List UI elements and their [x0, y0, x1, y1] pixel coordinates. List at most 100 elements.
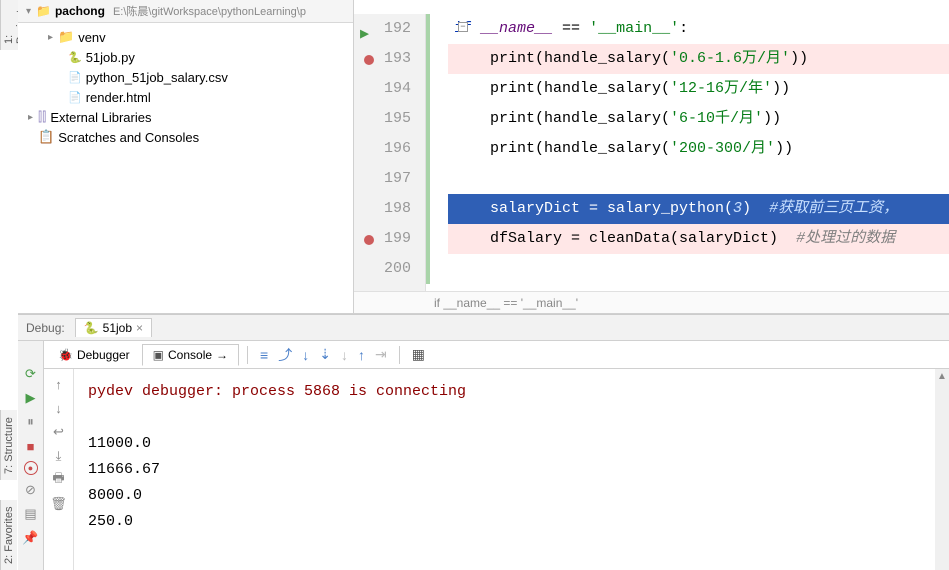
- project-tree: ▸ 📁 venv 🐍 51job.py 📄 python_51job_salar…: [18, 23, 353, 151]
- python-file-icon: 🐍: [68, 51, 82, 64]
- chevron-right-icon[interactable]: ▸: [48, 32, 58, 43]
- down-stack-button[interactable]: ↓: [50, 399, 68, 417]
- favorites-tool-tab[interactable]: 2: Favorites: [0, 500, 17, 570]
- tree-item-label: venv: [78, 30, 105, 45]
- rerun-button[interactable]: ⟳: [22, 365, 40, 383]
- debug-run-config-name: 51job: [103, 321, 132, 335]
- code-line[interactable]: [448, 254, 949, 284]
- separator: [247, 346, 248, 364]
- tree-item-venv[interactable]: ▸ 📁 venv: [18, 27, 353, 47]
- bug-icon: 🐞: [58, 348, 73, 362]
- debug-sub-tabs: 🐞 Debugger ▣ Console → ≡ ⤴ ↓ ⇣ ↓ ↑ ⇥ ▦: [44, 341, 949, 369]
- tree-item-51job-py[interactable]: 🐍 51job.py: [18, 47, 353, 67]
- console-line: 8000.0: [88, 483, 921, 509]
- code-line[interactable]: dfSalary = cleanData(salaryDict) #处理过的数据: [448, 224, 949, 254]
- pause-button[interactable]: ⏸: [22, 413, 40, 431]
- code-lines[interactable]: if __name__ == '__main__':− print(handle…: [426, 14, 949, 291]
- project-root-name[interactable]: pachong: [55, 4, 105, 18]
- code-line[interactable]: [448, 164, 949, 194]
- evaluate-expression-button[interactable]: ▦: [408, 346, 429, 363]
- debugger-tab[interactable]: 🐞 Debugger: [48, 345, 140, 365]
- tree-item-render-html[interactable]: 📄 render.html: [18, 87, 353, 107]
- code-line[interactable]: if __name__ == '__main__':−: [448, 14, 949, 44]
- library-icon: ⫿⫿: [38, 109, 46, 125]
- console-line: [88, 405, 921, 431]
- console-scrollbar[interactable]: ▲: [935, 369, 949, 570]
- console-tab-label: Console: [168, 348, 212, 362]
- run-to-cursor-button[interactable]: ⇥: [371, 346, 391, 363]
- line-number[interactable]: 194: [354, 74, 425, 104]
- fold-icon[interactable]: −: [458, 22, 468, 32]
- tree-item-label: 51job.py: [86, 50, 135, 65]
- line-number[interactable]: 197: [354, 164, 425, 194]
- separator: [399, 346, 400, 364]
- debug-panel: Debug: 🐍 51job × ⟳ ▶ ⏸ ■ ● ⊘ ▤ 📌 🐞 Debug…: [18, 314, 949, 570]
- debug-run-config-tab[interactable]: 🐍 51job ×: [75, 318, 152, 337]
- python-icon: 🐍: [84, 321, 99, 335]
- line-number[interactable]: 195: [354, 104, 425, 134]
- tree-item-label: render.html: [86, 90, 151, 105]
- console-line: pydev debugger: process 5868 is connecti…: [88, 379, 921, 405]
- code-line[interactable]: print(handle_salary('0.6-1.6万/月')): [448, 44, 949, 74]
- up-stack-button[interactable]: ↑: [50, 375, 68, 393]
- scratches-icon: 📋: [38, 129, 54, 145]
- tree-item-label: python_51job_salary.csv: [86, 70, 228, 85]
- code-editor[interactable]: 192▶193194195196197198199200 if __name__…: [354, 14, 949, 291]
- close-icon[interactable]: ×: [136, 321, 143, 335]
- console-output[interactable]: pydev debugger: process 5868 is connecti…: [74, 369, 935, 570]
- step-into-my-code-button[interactable]: ⇣: [315, 346, 335, 363]
- debug-left-toolbar: ⟳ ▶ ⏸ ■ ● ⊘ ▤ 📌: [18, 341, 44, 570]
- project-header: ▾ 📁 pachong E:\陈晨\gitWorkspace\pythonLea…: [18, 0, 353, 23]
- chevron-right-icon[interactable]: ▸: [28, 112, 38, 123]
- print-button[interactable]: 🖶: [50, 471, 68, 489]
- settings-button[interactable]: ▤: [22, 505, 40, 523]
- line-number[interactable]: 199: [354, 224, 425, 254]
- line-number[interactable]: 193: [354, 44, 425, 74]
- console-tab[interactable]: ▣ Console →: [142, 344, 239, 366]
- line-number[interactable]: 198: [354, 194, 425, 224]
- console-toolbar: ↑ ↓ ↩ ⤓ 🖶 🗑: [44, 369, 74, 570]
- step-into-button[interactable]: ↓: [298, 347, 313, 363]
- breakpoint-icon[interactable]: [364, 235, 374, 245]
- view-breakpoints-button[interactable]: ●: [24, 461, 38, 475]
- line-gutter[interactable]: 192▶193194195196197198199200: [354, 14, 426, 291]
- tree-item-label: Scratches and Consoles: [58, 130, 199, 145]
- scroll-up-icon[interactable]: ▲: [935, 369, 949, 384]
- console-line: 11000.0: [88, 431, 921, 457]
- stop-button[interactable]: ■: [22, 437, 40, 455]
- line-number[interactable]: 196: [354, 134, 425, 164]
- resume-button[interactable]: ▶: [22, 389, 40, 407]
- console-arrow-icon: →: [216, 348, 228, 362]
- code-line[interactable]: print(handle_salary('200-300/月')): [448, 134, 949, 164]
- line-number[interactable]: 200: [354, 254, 425, 284]
- show-execution-point-button[interactable]: ≡: [256, 347, 272, 363]
- force-step-into-button[interactable]: ↓: [337, 347, 352, 363]
- console-line: 11666.67: [88, 457, 921, 483]
- editor-area: 192▶193194195196197198199200 if __name__…: [354, 0, 949, 313]
- breakpoint-icon[interactable]: [364, 55, 374, 65]
- structure-tool-tab[interactable]: 7: Structure: [0, 410, 17, 480]
- chevron-down-icon[interactable]: ▾: [26, 6, 36, 17]
- debug-panel-label: Debug:: [26, 321, 65, 335]
- clear-all-button[interactable]: 🗑: [50, 495, 68, 513]
- code-line[interactable]: print(handle_salary('6-10千/月')): [448, 104, 949, 134]
- tree-item-scratches[interactable]: 📋 Scratches and Consoles: [18, 127, 353, 147]
- folder-icon: 📁: [36, 4, 51, 18]
- step-out-button[interactable]: ↑: [354, 347, 369, 363]
- debugger-tab-label: Debugger: [77, 348, 130, 362]
- tree-item-external-libs[interactable]: ▸ ⫿⫿ External Libraries: [18, 107, 353, 127]
- step-over-button[interactable]: ⤴: [274, 345, 296, 365]
- mute-breakpoints-button[interactable]: ⊘: [22, 481, 40, 499]
- editor-breadcrumb[interactable]: if __name__ == '__main__': [354, 291, 949, 313]
- scroll-to-end-button[interactable]: ⤓: [50, 447, 68, 465]
- code-line[interactable]: print(handle_salary('12-16万/年')): [448, 74, 949, 104]
- soft-wrap-button[interactable]: ↩: [50, 423, 68, 441]
- vcs-change-marker: [426, 14, 430, 284]
- console-icon: ▣: [153, 348, 164, 362]
- console-line: 250.0: [88, 509, 921, 535]
- code-line[interactable]: salaryDict = salary_python(3) #获取前三页工资，: [448, 194, 949, 224]
- pin-button[interactable]: 📌: [22, 529, 40, 547]
- tree-item-csv[interactable]: 📄 python_51job_salary.csv: [18, 67, 353, 87]
- project-root-path: E:\陈晨\gitWorkspace\pythonLearning\p: [113, 3, 306, 19]
- line-number[interactable]: 192▶: [354, 14, 425, 44]
